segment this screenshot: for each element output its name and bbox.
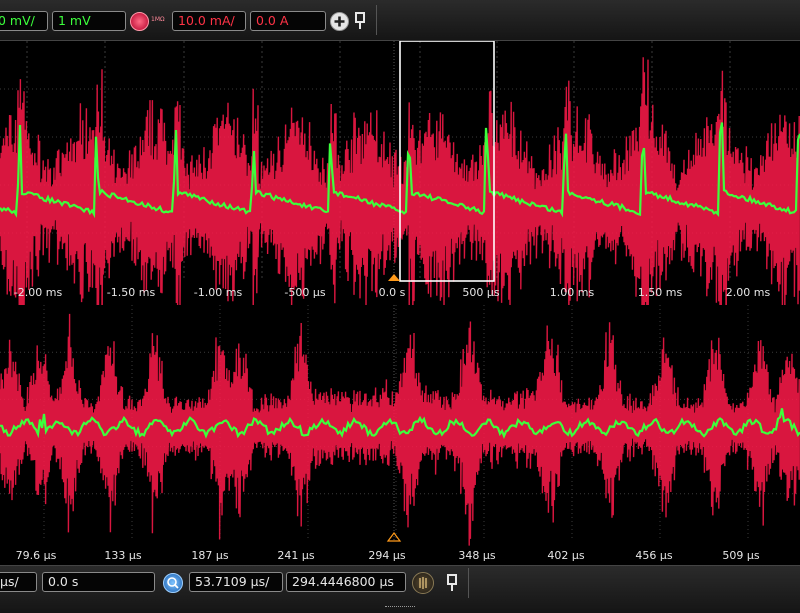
bottom-divider <box>468 568 469 598</box>
time-tick-label: -500 µs <box>284 286 326 299</box>
zoom-scale-value: 53.7109 µs/ <box>195 574 270 589</box>
top-toolbar: 0 mV/ 1 mV 1MΩ 10.0 mA/ 0.0 A <box>0 0 800 41</box>
time-tick-label: 0.0 s <box>378 286 406 299</box>
zoom-icon[interactable] <box>163 573 183 593</box>
time-tick-label: 500 µs <box>462 286 500 299</box>
timebase-scale-value: µs/ <box>0 574 19 589</box>
zoom-position-field[interactable]: 294.4446800 µs <box>286 572 406 592</box>
run-control-icon[interactable] <box>412 572 434 594</box>
time-tick-label: 241 µs <box>277 549 315 562</box>
time-tick-label: 1.50 ms <box>637 286 683 299</box>
time-tick-label: -2.00 ms <box>13 286 63 299</box>
upper-waveform-panel[interactable]: -2.00 ms -1.50 ms -1.00 ms -500 µs 0.0 s 500 … <box>0 41 800 305</box>
pin-icon[interactable] <box>445 574 459 592</box>
ch2-offset-value: 0.0 A <box>256 13 289 28</box>
time-tick-label: 509 µs <box>722 549 760 562</box>
ch1-scale-value: 0 mV/ <box>0 13 35 28</box>
lower-waveform-panel[interactable]: 79.6 µs 133 µs 187 µs 241 µs 294 µs 348 µs 402… <box>0 305 800 565</box>
upper-waveform-plot[interactable] <box>0 41 800 305</box>
time-tick-label: 187 µs <box>191 549 229 562</box>
zoom-scale-field[interactable]: 53.7109 µs/ <box>189 572 283 592</box>
timebase-scale-field[interactable]: µs/ <box>0 572 37 592</box>
zoom-position-value: 294.4446800 µs <box>292 574 394 589</box>
trigger-marker-upper[interactable] <box>388 274 400 281</box>
toolbar-divider <box>376 5 377 35</box>
time-tick-label: 456 µs <box>635 549 673 562</box>
panel-resize-handle[interactable] <box>385 606 415 611</box>
time-tick-label: 133 µs <box>104 549 142 562</box>
ch2-scale-value: 10.0 mA/ <box>178 13 235 28</box>
time-tick-label: 294 µs <box>368 549 406 562</box>
lower-waveform-plot[interactable] <box>0 305 800 565</box>
time-tick-label: -1.00 ms <box>193 286 243 299</box>
trigger-delay-value: 0.0 s <box>48 574 79 589</box>
time-tick-label: 402 µs <box>547 549 585 562</box>
ch1-offset-value: 1 mV <box>58 13 91 28</box>
plus-icon[interactable] <box>330 12 349 31</box>
time-tick-label: 348 µs <box>458 549 496 562</box>
ch2-scale-field[interactable]: 10.0 mA/ <box>172 11 246 31</box>
pin-icon[interactable] <box>353 12 367 30</box>
time-tick-label: 2.00 ms <box>725 286 771 299</box>
time-tick-label: 79.6 µs <box>15 549 57 562</box>
time-tick-label: 1.00 ms <box>549 286 595 299</box>
ch2-offset-field[interactable]: 0.0 A <box>250 11 326 31</box>
ch2-impedance-badge: 1MΩ <box>151 16 165 23</box>
ch1-offset-field[interactable]: 1 mV <box>52 11 126 31</box>
ch1-scale-field[interactable]: 0 mV/ <box>0 11 48 31</box>
time-tick-label: -1.50 ms <box>106 286 156 299</box>
ch2-channel-button[interactable] <box>130 12 149 31</box>
trigger-delay-field[interactable]: 0.0 s <box>42 572 155 592</box>
